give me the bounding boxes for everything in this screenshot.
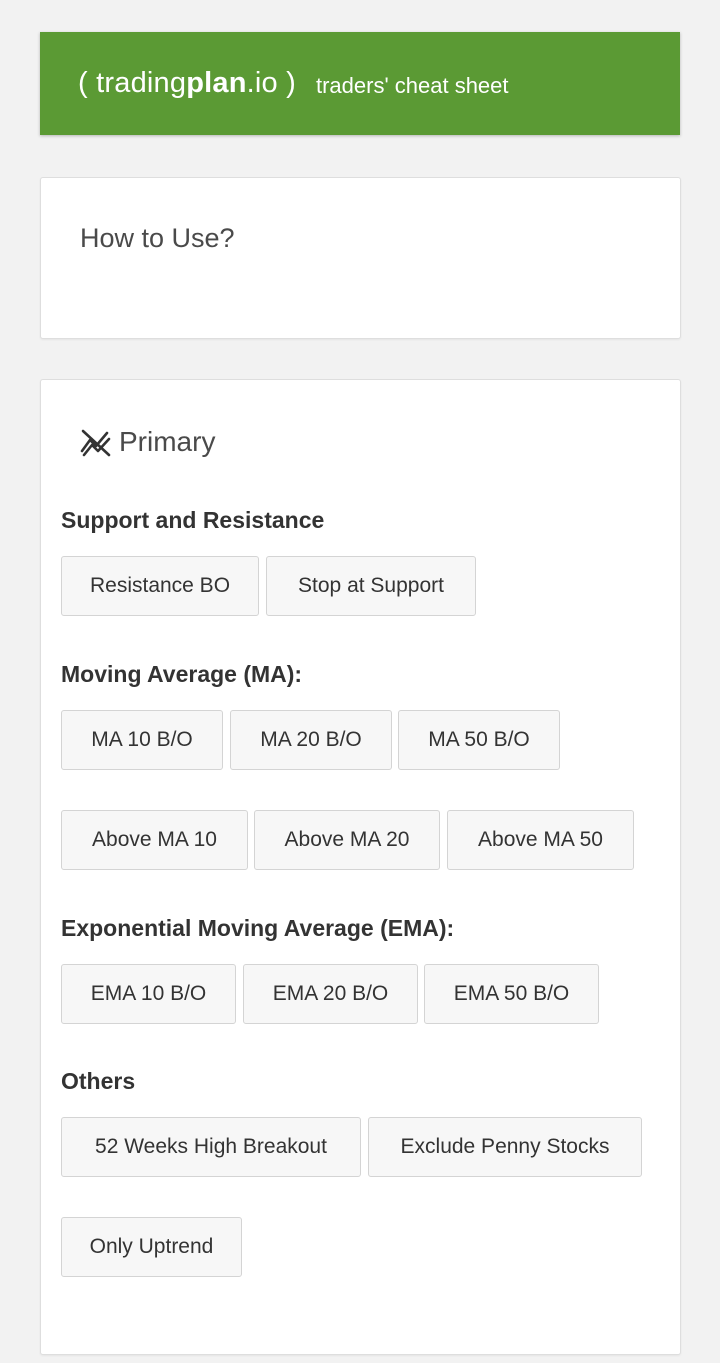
header-tagline: traders' cheat sheet (315, 72, 509, 98)
brand-logo[interactable]: ( tradingplan.io ) (78, 67, 296, 100)
above-ma-10-button[interactable]: Above MA 10 (61, 810, 248, 870)
resistance-bo-button[interactable]: Resistance BO (61, 556, 259, 616)
stop-at-support-button[interactable]: Stop at Support (266, 556, 476, 616)
brand-text-suffix: .io (246, 67, 278, 99)
ma-20-bo-button[interactable]: MA 20 B/O (230, 710, 392, 770)
trending-chart-icon (80, 429, 111, 457)
ma-10-bo-button[interactable]: MA 10 B/O (61, 710, 223, 770)
primary-title: Primary (119, 426, 216, 457)
ema-20-bo-button[interactable]: EMA 20 B/O (243, 964, 418, 1024)
52-weeks-high-breakout-button[interactable]: 52 Weeks High Breakout (61, 1117, 361, 1177)
section-support-resistance: Support and Resistance (61, 507, 325, 533)
section-moving-average: Moving Average (MA): (61, 661, 303, 687)
primary-heading: Primary (79, 424, 215, 460)
brand-text-bold: plan (186, 67, 247, 99)
section-ema: Exponential Moving Average (EMA): (61, 915, 455, 941)
how-to-use-card[interactable]: How to Use? (40, 177, 681, 339)
primary-card: Primary Support and Resistance Resistanc… (40, 379, 681, 1355)
app-header: ( tradingplan.io ) traders' cheat sheet (40, 32, 680, 135)
brand-paren-open: ( (78, 67, 88, 99)
brand-paren-close: ) (286, 67, 296, 99)
only-uptrend-button[interactable]: Only Uptrend (61, 1217, 242, 1277)
how-to-use-title[interactable]: How to Use? (80, 223, 235, 254)
ema-50-bo-button[interactable]: EMA 50 B/O (424, 964, 599, 1024)
above-ma-50-button[interactable]: Above MA 50 (447, 810, 634, 870)
exclude-penny-stocks-button[interactable]: Exclude Penny Stocks (368, 1117, 642, 1177)
brand-text-light: trading (96, 67, 187, 99)
ma-50-bo-button[interactable]: MA 50 B/O (398, 710, 560, 770)
above-ma-20-button[interactable]: Above MA 20 (254, 810, 440, 870)
ema-10-bo-button[interactable]: EMA 10 B/O (61, 964, 236, 1024)
section-others: Others (61, 1068, 136, 1094)
